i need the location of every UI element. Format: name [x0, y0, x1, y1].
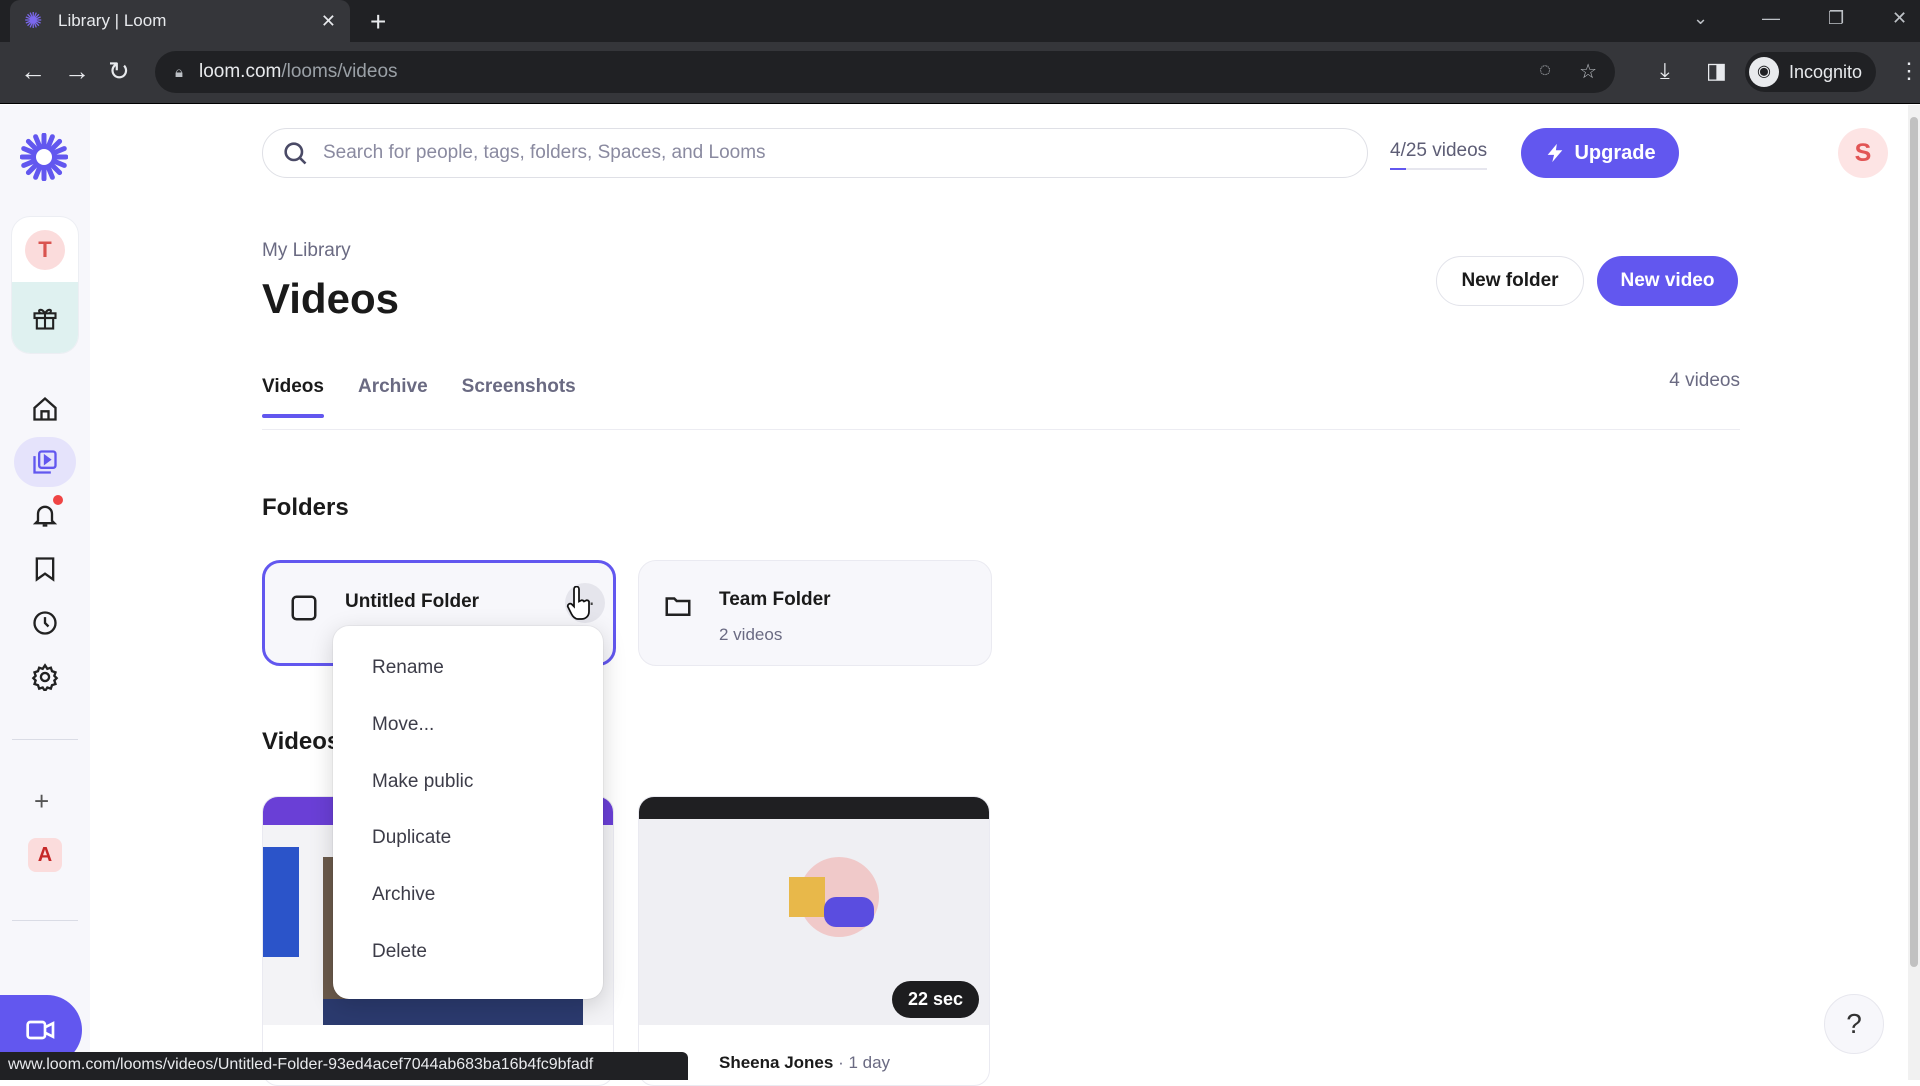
library-icon: [33, 450, 57, 474]
incognito-label: Incognito: [1789, 61, 1863, 82]
star-icon[interactable]: ☆: [1579, 59, 1597, 84]
bell-icon: [32, 505, 58, 527]
folder-name: Team Folder: [719, 589, 831, 610]
folder-icon: [665, 597, 691, 616]
videos-heading: Videos: [262, 728, 341, 755]
back-icon[interactable]: ←: [20, 56, 46, 87]
side-panel-icon[interactable]: ◨: [1706, 58, 1727, 84]
workspace-avatar[interactable]: T: [25, 229, 65, 270]
new-tab-icon[interactable]: +: [370, 6, 386, 38]
lock-icon: 🔒︎: [175, 63, 183, 81]
tab-videos[interactable]: Videos: [262, 376, 324, 418]
address-bar[interactable]: 🔒︎ loom.com /looms/videos ◌ ☆: [155, 51, 1615, 93]
search-bar[interactable]: [262, 128, 1368, 178]
upgrade-button[interactable]: Upgrade: [1521, 128, 1679, 178]
eye-off-icon[interactable]: ◌: [1539, 59, 1551, 84]
menu-item-delete[interactable]: Delete: [333, 923, 603, 980]
menu-item-archive[interactable]: Archive: [333, 867, 603, 924]
loom-logo-icon[interactable]: [20, 133, 68, 181]
download-icon[interactable]: ⤓: [1660, 58, 1670, 84]
new-video-button[interactable]: New video: [1597, 256, 1738, 306]
upgrade-label: Upgrade: [1574, 141, 1656, 164]
menu-item-move[interactable]: Move...: [333, 697, 603, 754]
library-tabs: Videos Archive Screenshots: [262, 376, 576, 418]
sidebar: T + A: [0, 105, 90, 1080]
space-avatar[interactable]: A: [28, 838, 62, 872]
checkbox-icon[interactable]: [289, 593, 319, 623]
browser-tab-bar: ✺ Library | Loom ✕ + ⌄ — ❐ ✕: [0, 0, 1920, 42]
browser-toolbar: ← → ↻ 🔒︎ loom.com /looms/videos ◌ ☆ ⤓ ◨ …: [0, 42, 1920, 104]
incognito-icon: ◉: [1749, 57, 1779, 87]
video-card[interactable]: 22 sec Sheena Jones · 1 day: [638, 796, 990, 1086]
user-avatar[interactable]: S: [1838, 128, 1888, 178]
help-button[interactable]: ?: [1824, 994, 1884, 1054]
close-window-icon[interactable]: ✕: [1892, 0, 1907, 36]
tab-archive[interactable]: Archive: [358, 376, 428, 418]
url-host: loom.com: [198, 61, 282, 82]
add-space-icon[interactable]: +: [34, 786, 49, 817]
browser-menu-icon[interactable]: ⋮: [1898, 58, 1920, 84]
menu-item-rename[interactable]: Rename: [333, 640, 603, 697]
url-path: /looms/videos: [281, 61, 398, 82]
workspace-switcher: T: [12, 217, 78, 353]
sidebar-divider: [12, 739, 78, 740]
loom-favicon-icon: ✺: [24, 8, 43, 33]
gift-button[interactable]: [12, 282, 78, 353]
sidebar-item-library[interactable]: [14, 437, 76, 487]
link-status-bar: www.loom.com/looms/videos/Untitled-Folde…: [0, 1052, 688, 1080]
notification-badge: [53, 495, 63, 505]
breadcrumb[interactable]: My Library: [262, 240, 351, 262]
page-title: Videos: [262, 275, 399, 322]
gear-icon: [31, 663, 59, 691]
video-count: 4 videos: [1669, 370, 1740, 391]
video-camera-icon: [26, 1020, 55, 1040]
sidebar-item-history[interactable]: [23, 601, 67, 645]
page-scrollbar[interactable]: [1908, 105, 1920, 1080]
close-tab-icon[interactable]: ✕: [321, 11, 336, 32]
video-meta: Sheena Jones · 1 day: [719, 1053, 890, 1073]
sidebar-item-watch-later[interactable]: [23, 547, 67, 591]
sidebar-item-notifications[interactable]: [23, 493, 67, 537]
bookmark-icon: [35, 557, 55, 582]
home-icon: [33, 396, 57, 421]
hand-cursor-icon: [566, 586, 590, 620]
search-icon: [284, 142, 307, 165]
search-input[interactable]: [323, 142, 1349, 164]
restore-icon[interactable]: ❐: [1828, 0, 1844, 36]
forward-icon[interactable]: →: [64, 56, 90, 87]
folders-heading: Folders: [262, 494, 349, 521]
minimize-icon[interactable]: —: [1762, 0, 1780, 36]
video-duration: 22 sec: [891, 981, 979, 1018]
reload-icon[interactable]: ↻: [108, 56, 130, 87]
sidebar-item-settings[interactable]: [23, 655, 67, 699]
scrollbar-thumb[interactable]: [1910, 117, 1918, 967]
sidebar-item-home[interactable]: [23, 387, 67, 431]
video-author[interactable]: Sheena Jones: [719, 1053, 833, 1072]
tabs-divider: [262, 429, 1740, 430]
lightning-icon: [1548, 143, 1563, 163]
question-icon: ?: [1846, 1008, 1862, 1039]
video-age: · 1 day: [838, 1053, 891, 1072]
incognito-badge[interactable]: ◉ Incognito: [1745, 52, 1877, 92]
browser-tab[interactable]: ✺ Library | Loom ✕: [10, 0, 350, 42]
folder-card[interactable]: Team Folder 2 videos: [638, 560, 992, 666]
tab-search-icon[interactable]: ⌄: [1693, 0, 1708, 36]
menu-item-make-public[interactable]: Make public: [333, 753, 603, 810]
folder-context-menu: Rename Move... Make public Duplicate Arc…: [333, 626, 603, 999]
new-folder-button[interactable]: New folder: [1436, 256, 1584, 306]
sidebar-divider: [12, 920, 78, 921]
gift-icon: [33, 308, 57, 330]
folder-name: Untitled Folder: [345, 591, 480, 612]
video-quota-link[interactable]: 4/25 videos: [1390, 140, 1488, 170]
folder-video-count: 2 videos: [719, 625, 783, 644]
tab-screenshots[interactable]: Screenshots: [462, 376, 576, 418]
clock-icon: [33, 611, 57, 635]
tab-title: Library | Loom: [58, 11, 167, 30]
menu-item-duplicate[interactable]: Duplicate: [333, 810, 603, 867]
